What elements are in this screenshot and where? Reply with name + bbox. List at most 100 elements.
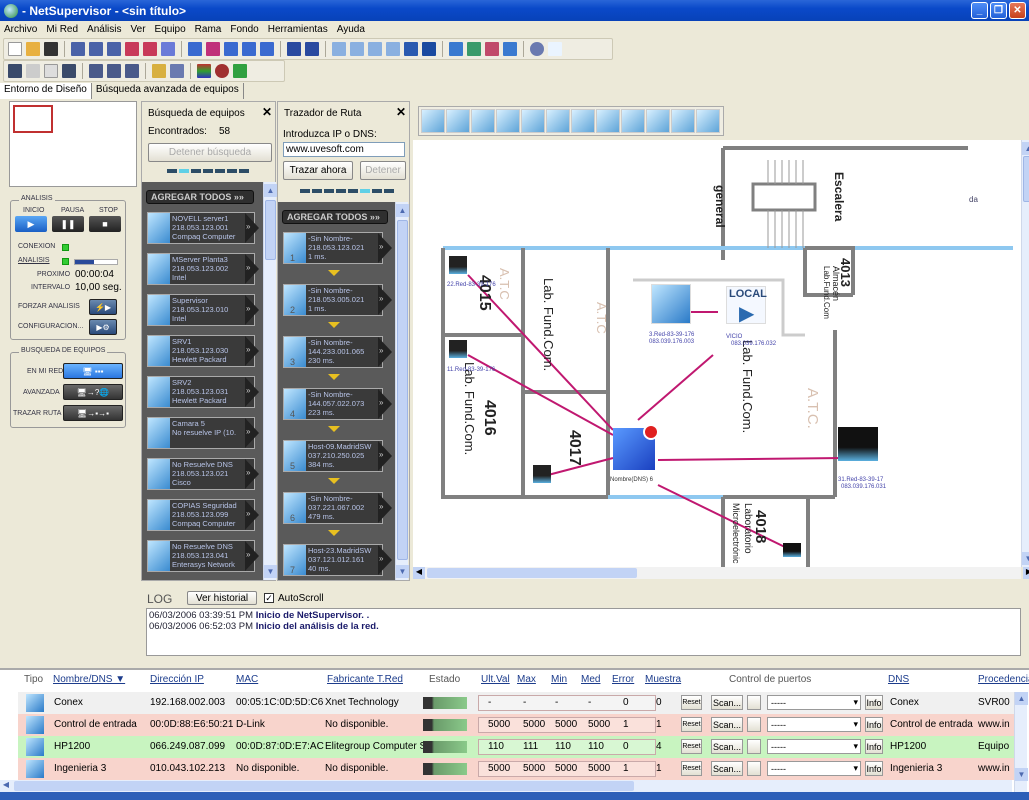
- stop-icon[interactable]: [44, 64, 58, 78]
- trace-now-button[interactable]: Trazar ahora: [283, 161, 353, 180]
- col-dns[interactable]: DNS: [888, 674, 909, 688]
- ping-icon[interactable]: [152, 64, 166, 78]
- col-mac[interactable]: MAC: [236, 674, 258, 688]
- col-fabricante[interactable]: Fabricante T.Red: [327, 674, 403, 688]
- add-all-found-button[interactable]: AGREGAR TODOS »»: [146, 190, 254, 204]
- chevron-down-icon[interactable]: [548, 42, 562, 56]
- ip-icon[interactable]: [350, 42, 364, 56]
- router-icon[interactable]: [571, 109, 595, 133]
- port-icon[interactable]: [170, 64, 184, 78]
- trace-hop-card[interactable]: 4 -Sin Nombre- 144.057.022.073 223 ms.: [283, 388, 383, 420]
- trace-list-scrollbar[interactable]: ▲ ▼: [395, 202, 409, 580]
- pause-icon[interactable]: [26, 64, 40, 78]
- col-ip[interactable]: Dirección IP: [150, 674, 204, 688]
- scroll-up-icon[interactable]: ▲: [1015, 692, 1028, 705]
- found-device-card[interactable]: SRV1 218.053.123.030 Hewlett Packard: [147, 335, 255, 367]
- tab-entorno-diseno[interactable]: Entorno de Diseño: [0, 83, 92, 99]
- add-hop-button[interactable]: »: [378, 493, 392, 523]
- col-min[interactable]: Min: [551, 674, 567, 688]
- open-icon[interactable]: [26, 42, 40, 56]
- node-11-computer-icon[interactable]: [449, 340, 467, 358]
- start-analysis-button[interactable]: ▶: [15, 216, 47, 232]
- scroll-down-icon[interactable]: ▼: [1022, 552, 1029, 565]
- found-device-card[interactable]: MServer Planta3 218.053.123.002 Intel: [147, 253, 255, 285]
- menu-herramientas[interactable]: Herramientas: [268, 24, 328, 35]
- found-device-card[interactable]: Supervisor 218.053.123.010 Intel: [147, 294, 255, 326]
- view-history-button[interactable]: Ver historial: [187, 591, 257, 605]
- close-button[interactable]: ✕: [1009, 2, 1026, 19]
- link-icon-2[interactable]: [206, 42, 220, 56]
- node-center-server-icon[interactable]: [613, 424, 659, 470]
- refresh-icon[interactable]: [233, 64, 247, 78]
- view-icon-2[interactable]: [89, 42, 103, 56]
- reset-button[interactable]: Reset: [681, 739, 702, 754]
- add-hop-button[interactable]: »: [378, 545, 392, 575]
- scan-button[interactable]: Scan...: [711, 717, 743, 732]
- col-muestra[interactable]: Muestra: [645, 674, 681, 688]
- trace-hop-card[interactable]: 3 -Sin Nombre- 144.233.001.065 230 ms.: [283, 336, 383, 368]
- view-icon-3[interactable]: [107, 42, 121, 56]
- grid-hscrollbar[interactable]: ◀: [0, 780, 1012, 792]
- found-device-card[interactable]: SRV2 218.053.123.031 Hewlett Packard: [147, 376, 255, 408]
- align-h-icon[interactable]: [287, 42, 301, 56]
- info-button[interactable]: Info: [865, 761, 883, 776]
- node-22-computer-icon[interactable]: [449, 256, 467, 274]
- network-icon-1[interactable]: [449, 42, 463, 56]
- auto-link-icon[interactable]: [260, 42, 274, 56]
- restore-button[interactable]: ❐: [990, 2, 1007, 19]
- search-ip-icon[interactable]: [125, 64, 139, 78]
- trace-hop-card[interactable]: 6 -Sin Nombre- 037.221.067.002 479 ms.: [283, 492, 383, 524]
- found-device-card[interactable]: COPIAS Seguridad 218.053.123.099 Compaq …: [147, 499, 255, 531]
- bios-icon[interactable]: [368, 42, 382, 56]
- save-icon[interactable]: [44, 42, 58, 56]
- reset-button[interactable]: Reset: [681, 695, 702, 710]
- server-icon[interactable]: [471, 109, 495, 133]
- node-4018-laptop-icon[interactable]: [783, 543, 801, 557]
- help-icon[interactable]: [530, 42, 544, 56]
- canvas-vscrollbar[interactable]: ▲ ▼: [1021, 140, 1029, 567]
- menu-equipo[interactable]: Equipo: [155, 24, 186, 35]
- scroll-left-icon[interactable]: ◀: [413, 567, 425, 579]
- table-row[interactable]: Control de entrada 00:0D:88:E6:50:21 D-L…: [18, 714, 1018, 736]
- tab-busqueda-avanzada[interactable]: Búsqueda avanzada de equipos: [92, 83, 244, 99]
- scroll-thumb[interactable]: [397, 220, 408, 560]
- found-device-card[interactable]: No Resuelve DNS 218.053.123.021 Cisco: [147, 458, 255, 490]
- force-analysis-button[interactable]: ⚡▶: [89, 299, 117, 315]
- log-output[interactable]: 06/03/2006 03:39:51 PM Inicio de NetSupe…: [146, 608, 1021, 656]
- info-button[interactable]: Info: [865, 739, 883, 754]
- menu-ayuda[interactable]: Ayuda: [337, 24, 365, 35]
- menu-ver[interactable]: Ver: [131, 24, 146, 35]
- scroll-down-icon[interactable]: ▼: [1015, 768, 1028, 781]
- pause-analysis-button[interactable]: ❚❚: [52, 216, 84, 232]
- search-net-icon[interactable]: [89, 64, 103, 78]
- network-icon-2[interactable]: [467, 42, 481, 56]
- desktop-icon[interactable]: [446, 109, 470, 133]
- table-row[interactable]: Conex 192.168.002.003 00:05:1C:0D:5D:C6 …: [18, 692, 1018, 714]
- network-icon-3[interactable]: [485, 42, 499, 56]
- stop-search-button[interactable]: Detener búsqueda: [148, 143, 272, 162]
- stop-trace-button[interactable]: Detener: [360, 161, 406, 180]
- found-device-card[interactable]: NOVELL server1 218.053.123.001 Compaq Co…: [147, 212, 255, 244]
- info-button[interactable]: Info: [865, 717, 883, 732]
- scroll-up-icon[interactable]: ▲: [396, 204, 409, 217]
- switch-icon[interactable]: [621, 109, 645, 133]
- found-list-scrollbar[interactable]: ▲ ▼: [263, 182, 277, 580]
- close-trace-panel-icon[interactable]: ✕: [396, 105, 406, 119]
- network-icon-4[interactable]: [503, 42, 517, 56]
- col-nombre[interactable]: Nombre/DNS ▼: [53, 674, 125, 688]
- config-icon[interactable]: [62, 64, 76, 78]
- port-picker-button[interactable]: [747, 695, 761, 710]
- device-icon-5[interactable]: [404, 42, 418, 56]
- new-icon[interactable]: [8, 42, 22, 56]
- minimize-button[interactable]: _: [971, 2, 988, 19]
- port-picker-button[interactable]: [747, 761, 761, 776]
- scroll-down-icon[interactable]: ▼: [264, 565, 277, 578]
- search-dns-icon[interactable]: [107, 64, 121, 78]
- scroll-thumb[interactable]: [1023, 156, 1029, 202]
- node-local-icon[interactable]: LOCAL ▶: [726, 286, 767, 325]
- server-small-icon[interactable]: [496, 109, 520, 133]
- reset-button[interactable]: Reset: [681, 717, 702, 732]
- trace-route-button[interactable]: 🖥→▪→▪: [63, 405, 123, 421]
- scan-button[interactable]: Scan...: [711, 761, 743, 776]
- scroll-thumb[interactable]: [265, 200, 276, 260]
